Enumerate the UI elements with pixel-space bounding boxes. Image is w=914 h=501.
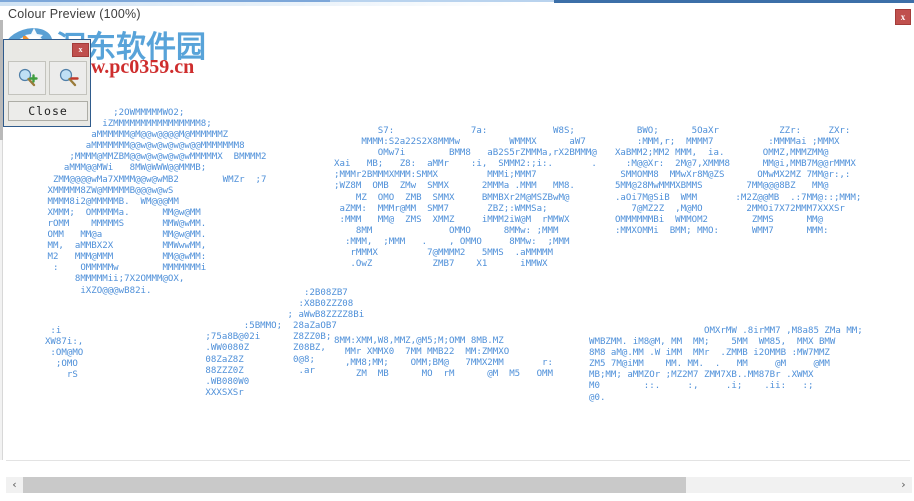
ascii-art-block-orange-left: :i XW87i:, :OM@MO ;OMO rS <box>44 326 84 381</box>
horizontal-scrollbar-track[interactable] <box>23 477 895 493</box>
ascii-art-block-green-right: OMXrMW .8irMM7 ,M8a85 ZMa MM; WMBZMM. iM… <box>589 326 863 403</box>
zoom-tool-palette: x Close <box>3 39 91 127</box>
content-bottom-separator <box>6 460 910 461</box>
window-titlebar-strip <box>0 0 914 6</box>
ascii-art-block-left-blue: ;2OWMMMMMWO2; iZMMMMMMMMMMMMMMMM8; aMMMM… <box>47 108 267 296</box>
palette-close-button[interactable]: x <box>72 43 89 57</box>
scroll-left-arrow-icon[interactable]: ‹ <box>6 477 23 493</box>
zoom-in-magnifier-icon <box>18 68 38 87</box>
close-window-button[interactable]: x <box>895 9 911 25</box>
scroll-right-arrow-icon[interactable]: › <box>895 477 912 493</box>
titlebar-accent-right <box>554 0 914 3</box>
zoom-out-button[interactable] <box>49 61 87 95</box>
horizontal-scrollbar[interactable]: ‹ › <box>6 477 912 493</box>
palette-button-row <box>8 61 88 95</box>
zoom-in-button[interactable] <box>8 61 46 95</box>
page-title: Colour Preview (100%) <box>8 7 141 21</box>
ascii-art-block-mid-blue: S7: 7a: W8S; MMMM:S2a22S2X8MMMw WMMMX aW… <box>334 126 597 270</box>
colour-preview-window: Colour Preview (100%) x 洄东软件园 www.pc0359… <box>0 0 914 501</box>
ascii-art-block-right-blue: BWO; 5OaXr ZZr: ZXr: :MMM,r; MMMM7 :MMMM… <box>614 126 862 236</box>
titlebar-accent-mid <box>330 0 554 2</box>
colour-preview-ascii-canvas: ;2OWMMMMMWO2; iZMMMMMMMMMMMMMMMM8; aMMMM… <box>4 108 912 438</box>
titlebar-accent-left <box>0 0 330 2</box>
ascii-art-block-green: 8MM:XMM,W8,MMZ,@M5;M;OMM 8MB.MZ MMr XMMX… <box>334 336 553 380</box>
palette-close-text-button[interactable]: Close <box>8 101 88 121</box>
horizontal-scrollbar-thumb[interactable] <box>23 477 686 493</box>
zoom-out-magnifier-icon <box>59 68 79 87</box>
